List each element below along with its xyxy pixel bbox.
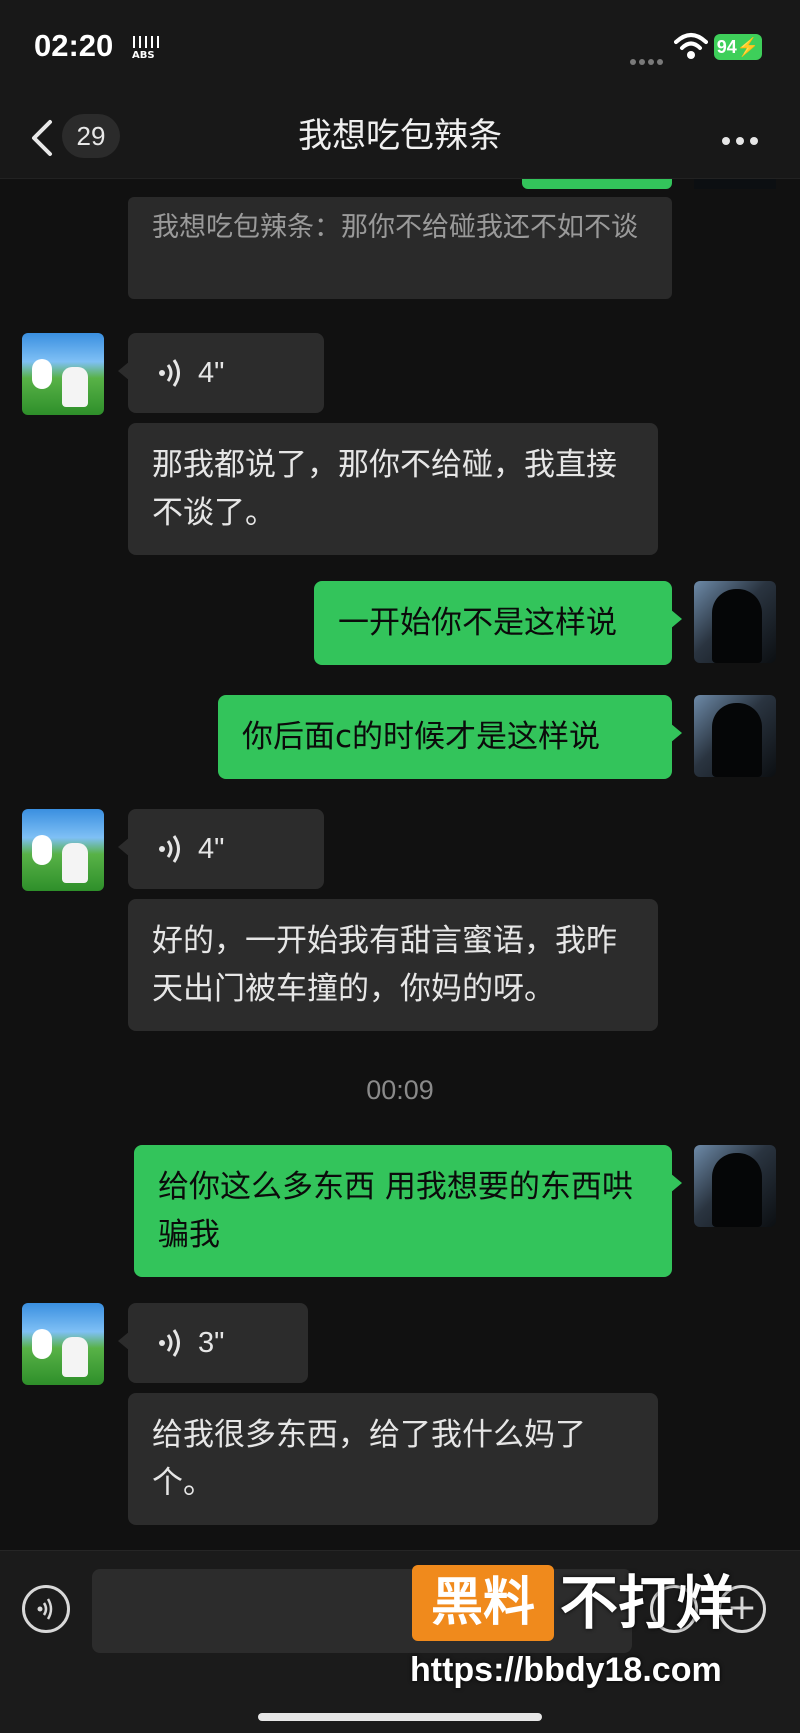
user-avatar[interactable] bbox=[694, 581, 776, 663]
abs-icon: ABS bbox=[130, 34, 164, 61]
message-timestamp: 00:09 bbox=[366, 1075, 434, 1105]
input-bar: + 黑料 不打烊 https://bbdy18.com bbox=[0, 1550, 800, 1733]
incoming-message[interactable]: 那我都说了，那你不给碰，我直接不谈了。 bbox=[128, 423, 658, 555]
home-indicator bbox=[258, 1713, 542, 1721]
outgoing-message[interactable]: 一开始你不是这样说 bbox=[314, 581, 682, 665]
battery-level: 94 bbox=[716, 37, 737, 57]
wifi-icon bbox=[674, 32, 708, 60]
voice-duration: 3" bbox=[198, 1327, 225, 1359]
quoted-message[interactable]: 我想吃包辣条：那你不给碰我还不如不谈 bbox=[128, 197, 672, 299]
voice-input-toggle[interactable] bbox=[22, 1585, 70, 1633]
watermark-text: 不打烊 bbox=[560, 1569, 735, 1637]
user-avatar[interactable] bbox=[694, 695, 776, 777]
previous-avatar-fragment bbox=[694, 179, 776, 189]
svg-text:ABS: ABS bbox=[132, 50, 155, 60]
outgoing-message[interactable]: 你后面c的时候才是这样说 bbox=[218, 695, 682, 779]
status-bar: 02:20 ABS 94⚡ bbox=[0, 0, 800, 100]
incoming-message[interactable]: 好的，一开始我有甜言蜜语，我昨天出门被车撞的，你妈的呀。 bbox=[128, 899, 658, 1031]
user-avatar[interactable] bbox=[694, 1145, 776, 1227]
voice-wave-icon bbox=[37, 1598, 53, 1620]
voice-wave-icon bbox=[159, 1329, 180, 1357]
voice-duration: 4" bbox=[198, 357, 225, 389]
battery-indicator: 94⚡ bbox=[714, 34, 762, 60]
voice-message[interactable]: 4" bbox=[118, 333, 324, 413]
status-time: 02:20 bbox=[34, 28, 114, 63]
voice-wave-icon bbox=[159, 835, 180, 863]
watermark-box: 黑料 bbox=[412, 1565, 554, 1641]
voice-duration: 4" bbox=[198, 833, 225, 865]
back-icon[interactable] bbox=[28, 118, 56, 158]
cellular-signal-icon bbox=[630, 50, 668, 65]
chat-header: 29 我想吃包辣条 bbox=[0, 100, 800, 179]
chat-title: 我想吃包辣条 bbox=[298, 116, 502, 156]
watermark-url: https://bbdy18.com bbox=[410, 1651, 722, 1689]
more-options-icon[interactable] bbox=[722, 130, 766, 145]
contact-avatar[interactable] bbox=[22, 333, 104, 415]
voice-message[interactable]: 3" bbox=[118, 1303, 308, 1383]
contact-avatar[interactable] bbox=[22, 809, 104, 891]
voice-message[interactable]: 4" bbox=[118, 809, 324, 889]
previous-message-fragment bbox=[522, 179, 672, 189]
outgoing-message[interactable]: 给你这么多东西 用我想要的东西哄骗我 bbox=[134, 1145, 682, 1277]
contact-avatar[interactable] bbox=[22, 1303, 104, 1385]
voice-wave-icon bbox=[159, 359, 180, 387]
message-list[interactable]: 我想吃包辣条：那你不给碰我还不如不谈 4" 那我都说了，那你不给碰，我直接不谈了… bbox=[0, 179, 800, 1549]
unread-count-badge[interactable]: 29 bbox=[62, 114, 120, 158]
incoming-message[interactable]: 给我很多东西，给了我什么妈了个。 bbox=[128, 1393, 658, 1525]
